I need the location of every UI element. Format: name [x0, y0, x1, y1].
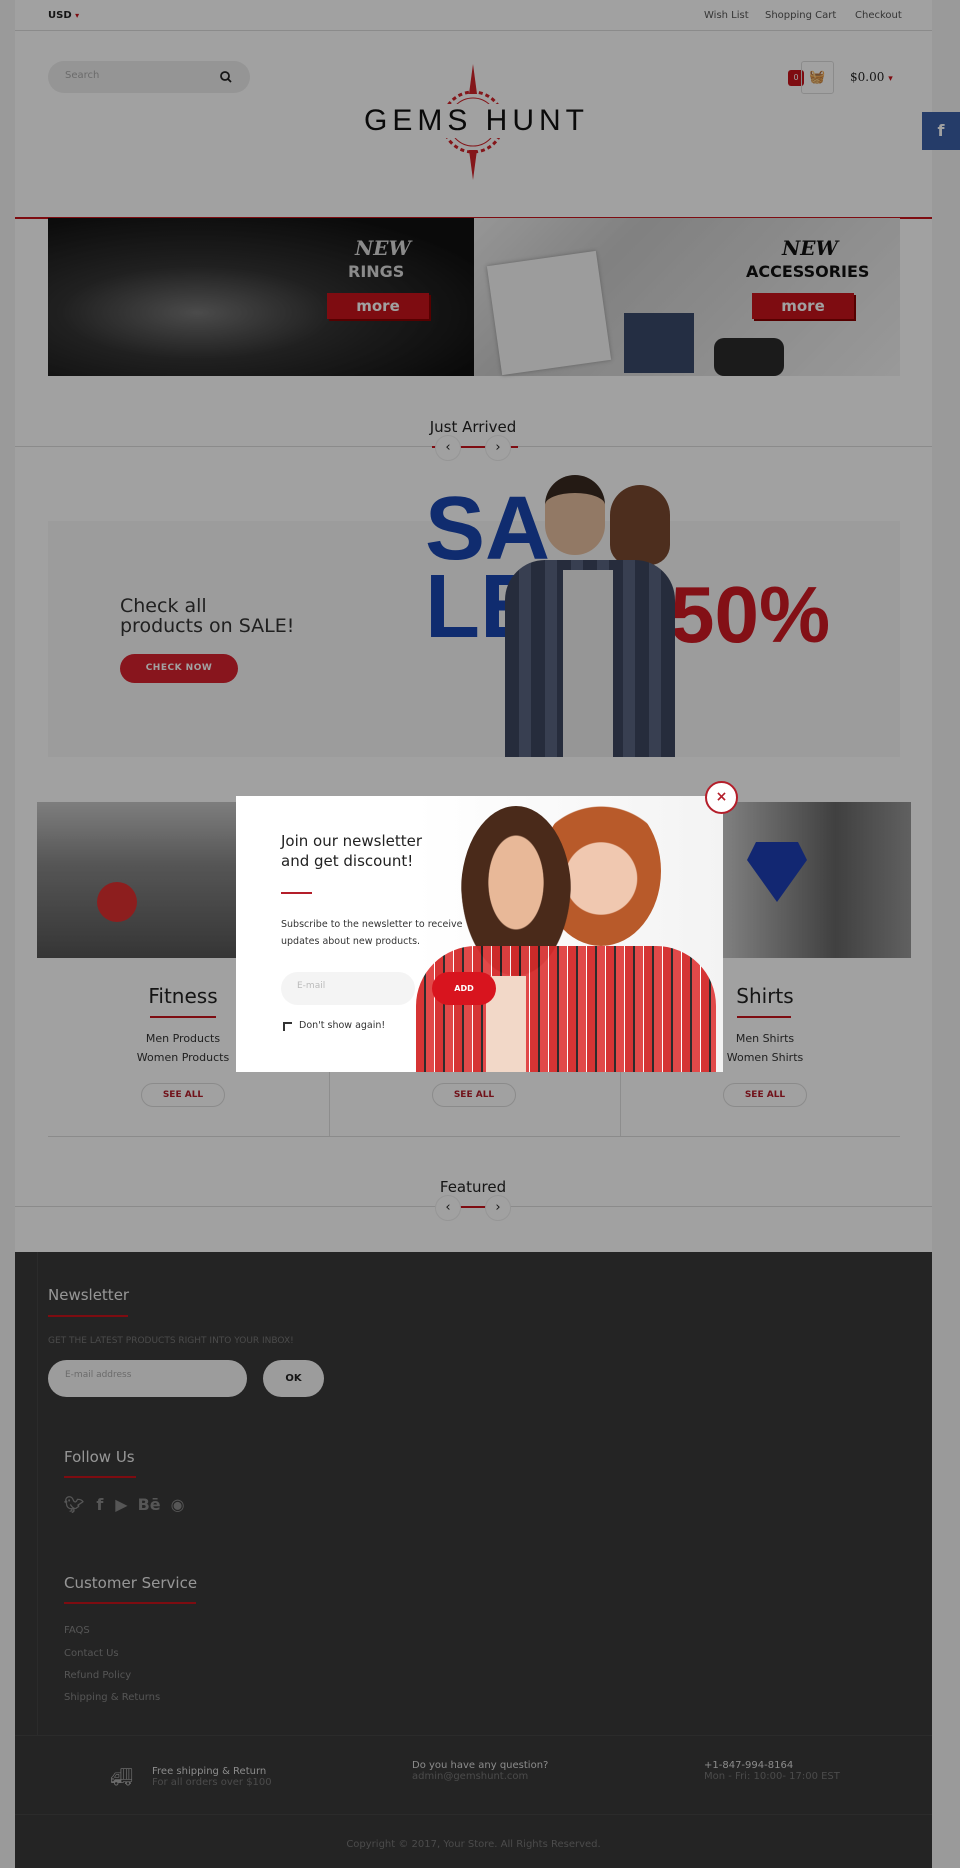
dont-show-checkbox[interactable] [283, 1022, 292, 1031]
dont-show-label[interactable]: Don't show again! [299, 1020, 385, 1031]
modal-add-button[interactable]: ADD [432, 972, 496, 1005]
modal-accent-line [281, 892, 312, 894]
modal-close-button[interactable]: × [705, 781, 738, 814]
modal-email-input[interactable]: E-mail [281, 972, 415, 1005]
modal-title: Join our newsletter and get discount! [281, 832, 423, 870]
newsletter-modal: Join our newsletter and get discount! Sub… [236, 796, 723, 1072]
modal-text: Subscribe to the newsletter to receive up… [281, 919, 463, 947]
close-icon: × [715, 789, 728, 805]
